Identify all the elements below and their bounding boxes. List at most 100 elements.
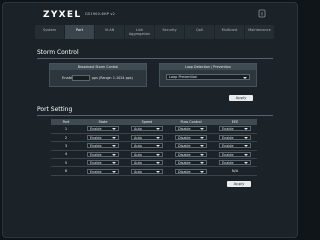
chevron-down-icon <box>156 170 160 173</box>
state-select[interactable]: Enable <box>87 143 119 149</box>
table-row: 4 Enable Auto Disable Enable <box>51 150 257 160</box>
tab-port[interactable]: Port <box>65 25 95 39</box>
tab-link-aggregation[interactable]: Link Aggregation <box>125 25 155 39</box>
eee-value: Enable <box>222 152 234 157</box>
speed-select[interactable]: Auto <box>131 151 163 157</box>
speed-cell: Auto <box>125 166 169 176</box>
speed-cell: Auto <box>125 141 169 151</box>
chevron-down-icon <box>156 162 160 165</box>
chevron-down-icon <box>244 137 248 140</box>
flow-control-select[interactable]: Disable <box>175 160 207 166</box>
eee-cell: Enable <box>213 150 257 160</box>
port-settings-table: Port State Speed Flow Control EEE 1 Enab… <box>51 119 257 176</box>
port-apply-button[interactable]: Apply <box>227 181 251 187</box>
speed-select[interactable]: Auto <box>131 168 163 174</box>
speed-value: Auto <box>134 169 142 174</box>
state-cell: Enable <box>81 133 125 143</box>
flow-cell: Disable <box>169 150 213 160</box>
speed-select[interactable]: Auto <box>131 160 163 166</box>
chevron-down-icon <box>244 145 248 148</box>
chevron-down-icon <box>200 137 204 140</box>
state-cell: Enable <box>81 166 125 176</box>
info-icon[interactable] <box>258 9 266 18</box>
broadcast-storm-header: Broadcast Storm Control <box>50 64 146 70</box>
table-row: 5 Enable Auto Disable Enable <box>51 158 257 168</box>
speed-cell: Auto <box>125 158 169 168</box>
tab-maintenance[interactable]: Maintenance <box>245 25 275 39</box>
tab-qos[interactable]: QoS <box>185 25 215 39</box>
flow-cell: Disable <box>169 166 213 176</box>
flow-cell: Disable <box>169 158 213 168</box>
loop-mode-value: Loop Prevention <box>169 75 198 79</box>
state-value: Enable <box>90 144 102 149</box>
state-select[interactable]: Enable <box>87 151 119 157</box>
chevron-down-icon <box>200 128 204 131</box>
flow-value: Disable <box>178 127 191 132</box>
state-select[interactable]: Enable <box>87 135 119 141</box>
chevron-down-icon <box>200 162 204 165</box>
speed-value: Auto <box>134 136 142 141</box>
eee-cell: Enable <box>213 133 257 143</box>
eee-na: N/A <box>213 166 257 176</box>
speed-select[interactable]: Auto <box>131 135 163 141</box>
state-cell: Enable <box>81 141 125 151</box>
chevron-down-icon <box>112 137 116 140</box>
speed-select[interactable]: Auto <box>131 126 163 132</box>
flow-cell: Disable <box>169 133 213 143</box>
divider <box>37 58 273 59</box>
flow-value: Disable <box>178 169 191 174</box>
eee-select[interactable]: Enable <box>219 135 251 141</box>
flow-cell: Disable <box>169 125 213 134</box>
chevron-down-icon <box>156 137 160 140</box>
chevron-down-icon <box>156 128 160 131</box>
speed-select[interactable]: Auto <box>131 143 163 149</box>
tab-multicast[interactable]: Multicast <box>215 25 245 39</box>
tab-security[interactable]: Security <box>155 25 185 39</box>
state-value: Enable <box>90 169 102 174</box>
port-number: 5 <box>51 158 81 168</box>
zyxel-logo: ZYXEL <box>43 10 82 20</box>
flow-control-select[interactable]: Disable <box>175 135 207 141</box>
loop-mode-select[interactable]: Loop Prevention <box>166 74 250 80</box>
app-frame: ZYXEL GS1900-8HP v2 System Port VLAN Lin… <box>2 2 298 238</box>
eee-cell: Enable <box>213 158 257 168</box>
eee-select[interactable]: Enable <box>219 143 251 149</box>
eee-value: Enable <box>222 127 234 132</box>
eee-select[interactable]: Enable <box>219 160 251 166</box>
chevron-down-icon <box>243 76 247 79</box>
chevron-down-icon <box>200 153 204 156</box>
flow-control-select[interactable]: Disable <box>175 151 207 157</box>
state-cell: Enable <box>81 125 125 134</box>
chevron-down-icon <box>244 128 248 131</box>
table-row: 6 Enable Auto Disable N/A <box>51 166 257 176</box>
state-select[interactable]: Enable <box>87 126 119 132</box>
storm-apply-button[interactable]: Apply <box>229 95 253 101</box>
eee-select[interactable]: Enable <box>219 151 251 157</box>
storm-rate-input[interactable] <box>72 75 90 81</box>
state-cell: Enable <box>81 150 125 160</box>
chevron-down-icon <box>112 153 116 156</box>
flow-control-select[interactable]: Disable <box>175 168 207 174</box>
port-number: 4 <box>51 150 81 160</box>
state-select[interactable]: Enable <box>87 160 119 166</box>
tab-vlan[interactable]: VLAN <box>95 25 125 39</box>
flow-value: Disable <box>178 136 191 141</box>
tab-system[interactable]: System <box>35 25 65 39</box>
eee-select[interactable]: Enable <box>219 126 251 132</box>
state-cell: Enable <box>81 158 125 168</box>
flow-value: Disable <box>178 144 191 149</box>
speed-value: Auto <box>134 161 142 166</box>
state-select[interactable]: Enable <box>87 168 119 174</box>
port-number: 2 <box>51 133 81 143</box>
eee-cell: Enable <box>213 141 257 151</box>
chevron-down-icon <box>200 145 204 148</box>
table-row: 2 Enable Auto Disable Enable <box>51 133 257 143</box>
eee-value: Enable <box>222 161 234 166</box>
flow-control-select[interactable]: Disable <box>175 143 207 149</box>
flow-control-select[interactable]: Disable <box>175 126 207 132</box>
state-value: Enable <box>90 136 102 141</box>
model-name: GS1900-8HP v2 <box>85 12 116 16</box>
state-value: Enable <box>90 161 102 166</box>
port-number: 1 <box>51 125 81 134</box>
port-setting-title: Port Setting <box>37 106 73 113</box>
